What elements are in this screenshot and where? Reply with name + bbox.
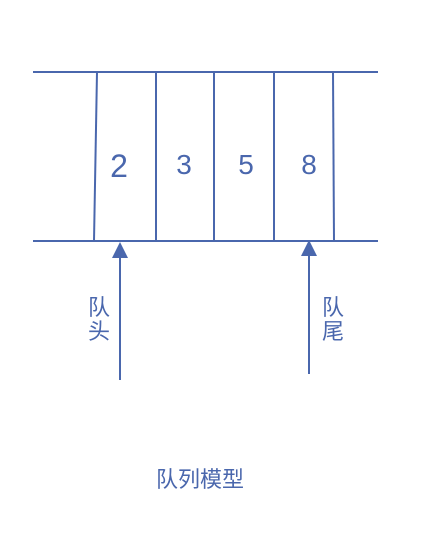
head-label: 队头 <box>87 296 110 345</box>
tail-label: 队尾 <box>321 296 344 345</box>
diagram-caption: 队列模型 <box>155 468 244 493</box>
cell-divider <box>93 71 98 242</box>
queue-diagram: 2 3 5 8 队头 队尾 队列模型 <box>0 0 430 544</box>
cell-value: 5 <box>238 149 254 180</box>
cell-value: 3 <box>176 149 192 180</box>
cell-value: 2 <box>110 148 128 184</box>
cell-value: 8 <box>301 149 317 180</box>
cell-divider <box>332 71 335 242</box>
